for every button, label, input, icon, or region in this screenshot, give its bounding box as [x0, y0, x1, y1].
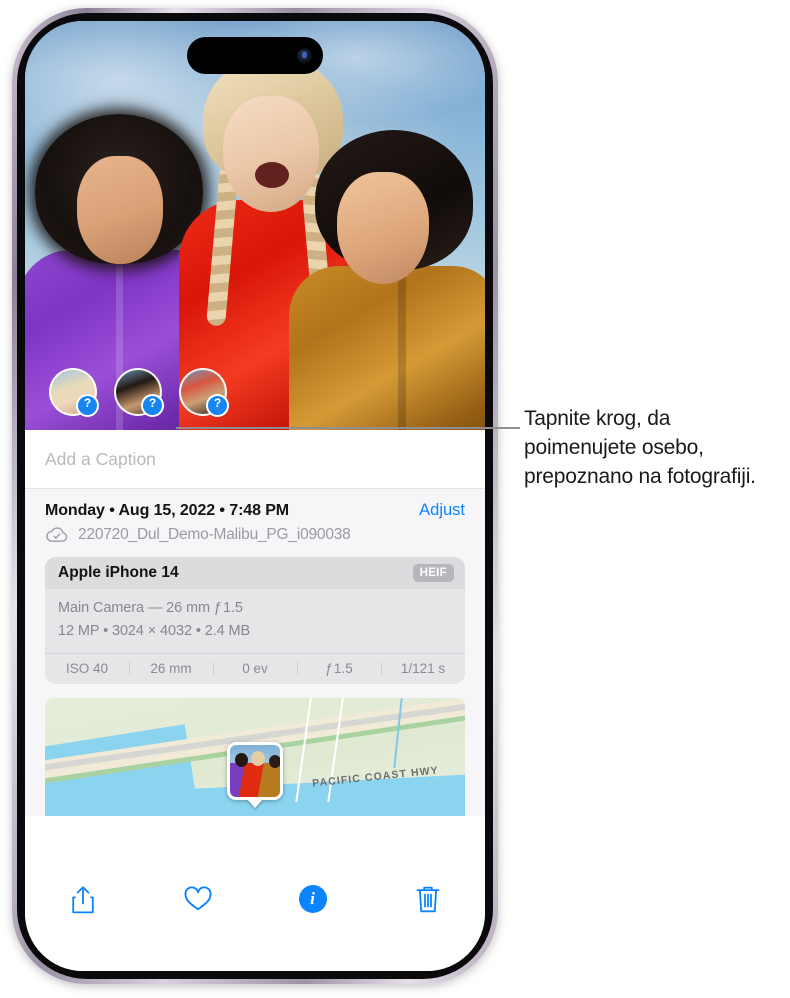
exif-shutter-speed: 1/121 s	[381, 661, 465, 676]
share-button[interactable]	[25, 885, 140, 915]
share-icon	[70, 885, 96, 915]
face-circle-2[interactable]: ?	[114, 368, 164, 417]
callout-text: Tapnite krog, da poimenujete osebo, prep…	[524, 407, 756, 488]
face-unnamed-badge-3[interactable]: ?	[206, 394, 229, 417]
trash-icon	[415, 885, 441, 914]
info-icon: i	[298, 885, 327, 913]
exif-focal-length: 26 mm	[129, 661, 213, 676]
callout-leader-line	[176, 427, 520, 429]
face-unnamed-badge-2[interactable]: ?	[141, 394, 164, 417]
delete-button[interactable]	[370, 885, 485, 914]
exif-exposure-value: 0 ev	[213, 661, 297, 676]
camera-lens-line: Main Camera — 26 mm ƒ 1.5	[58, 600, 243, 616]
camera-exif-row: ISO 40 26 mm 0 ev ƒ 1.5 1/121 s	[45, 652, 465, 684]
map-pin-tail	[247, 798, 263, 808]
device-screen: ? ? ? Add a Caption Monday • Aug 15, 202…	[25, 21, 485, 971]
photo-date-text: Monday • Aug 15, 2022 • 7:48 PM	[45, 502, 290, 519]
heart-icon	[183, 885, 213, 913]
face-circle-3[interactable]: ?	[179, 368, 229, 417]
front-camera-icon	[297, 48, 312, 63]
photo-info-panel: Monday • Aug 15, 2022 • 7:48 PM Adjust 2…	[25, 489, 485, 816]
exif-aperture: ƒ 1.5	[297, 661, 381, 676]
detected-faces-row: ? ? ?	[49, 368, 229, 417]
exif-iso: ISO 40	[65, 660, 109, 676]
camera-info-card[interactable]: Apple iPhone 14 HEIF Main Camera — 26 mm…	[45, 557, 465, 684]
date-row: Monday • Aug 15, 2022 • 7:48 PM Adjust	[25, 501, 485, 520]
info-button[interactable]: i	[255, 885, 370, 913]
bottom-toolbar: i	[25, 871, 485, 971]
adjust-button[interactable]: Adjust	[419, 501, 465, 520]
location-map[interactable]: PACIFIC COAST HWY	[45, 697, 465, 816]
favorite-button[interactable]	[140, 885, 255, 913]
photo-person-right	[289, 120, 485, 430]
dynamic-island	[187, 37, 323, 74]
screenshot-stage: ? ? ? Add a Caption Monday • Aug 15, 202…	[0, 0, 790, 998]
camera-specs: Main Camera — 26 mm ƒ 1.5 12 MP • 3024 ×…	[45, 589, 465, 653]
camera-model: Apple iPhone 14	[58, 564, 179, 581]
face-circle-1[interactable]: ?	[49, 368, 99, 417]
caption-field-row[interactable]: Add a Caption	[25, 430, 485, 489]
map-photo-pin[interactable]	[227, 741, 283, 808]
file-name-row: 220720_Dul_Demo-Malibu_PG_i090038	[25, 520, 485, 544]
format-badge: HEIF	[412, 564, 454, 582]
caption-placeholder[interactable]: Add a Caption	[45, 449, 156, 470]
camera-size-line: 12 MP • 3024 × 4032 • 2.4 MB	[58, 623, 251, 640]
photo-viewer[interactable]: ? ? ?	[25, 21, 485, 430]
cloud-check-icon	[45, 526, 69, 544]
face-unnamed-badge-1[interactable]: ?	[76, 394, 99, 417]
map-pin-thumbnail	[230, 744, 280, 797]
iphone-device-frame: ? ? ? Add a Caption Monday • Aug 15, 202…	[12, 8, 498, 984]
camera-header: Apple iPhone 14 HEIF	[45, 557, 465, 589]
photo-file-name: 220720_Dul_Demo-Malibu_PG_i090038	[78, 526, 351, 543]
